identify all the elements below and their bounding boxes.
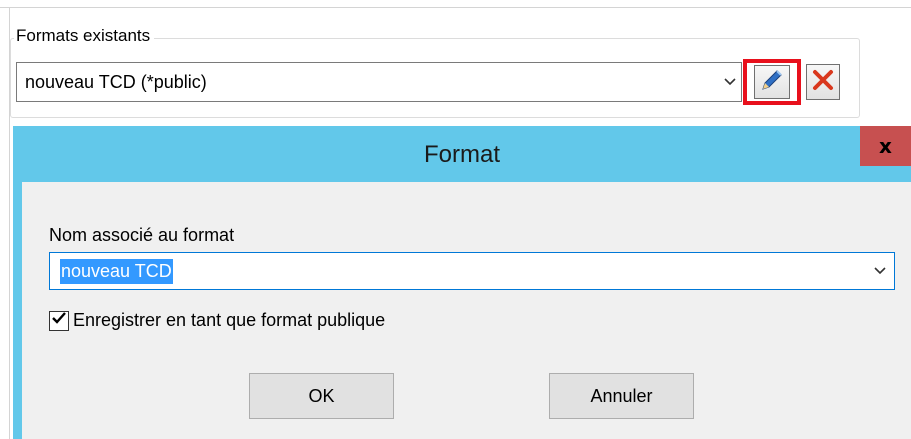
public-format-option[interactable]: Enregistrer en tant que format publique: [49, 310, 385, 331]
chevron-down-icon[interactable]: [866, 267, 894, 275]
delete-format-button[interactable]: [806, 64, 840, 100]
formats-group-label: Formats existants: [14, 26, 155, 46]
format-dialog: Format x Nom associé au format nouveau T…: [13, 126, 911, 439]
selected-format-value: nouveau TCD (*public): [25, 71, 207, 92]
format-name-input[interactable]: nouveau TCD: [60, 258, 173, 284]
format-name-label: Nom associé au format: [49, 225, 235, 245]
dialog-title: Format: [423, 141, 500, 168]
existing-formats-dropdown[interactable]: nouveau TCD (*public): [16, 62, 742, 102]
close-icon: x: [879, 134, 892, 158]
close-button[interactable]: x: [860, 126, 911, 166]
checkmark-icon: [51, 310, 67, 331]
public-format-checkbox[interactable]: [49, 310, 69, 331]
edit-format-button[interactable]: [754, 65, 790, 99]
red-x-icon: [812, 69, 834, 96]
public-format-label: Enregistrer en tant que format publique: [73, 310, 386, 330]
panel-top-border: [0, 7, 911, 8]
pencil-icon: [759, 67, 785, 98]
edit-format-button-highlight[interactable]: [743, 59, 801, 105]
dialog-title-bar[interactable]: Format x: [13, 126, 911, 182]
cancel-button[interactable]: Annuler: [549, 373, 694, 419]
format-name-combobox[interactable]: nouveau TCD: [49, 252, 895, 290]
ok-button[interactable]: OK: [249, 373, 394, 419]
chevron-down-icon[interactable]: [719, 78, 741, 86]
